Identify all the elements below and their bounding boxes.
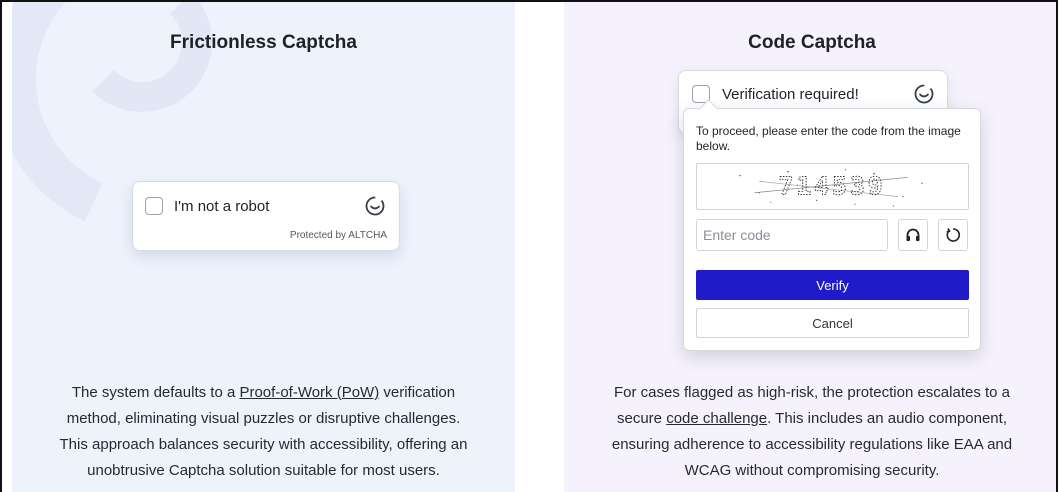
pow-link[interactable]: Proof-of-Work (PoW) (239, 384, 379, 401)
frictionless-description: The system defaults to a Proof-of-Work (… (12, 380, 515, 484)
code-instructions: To proceed, please enter the code from t… (696, 124, 961, 153)
code-captcha-description: For cases flagged as high-risk, the prot… (564, 380, 1056, 484)
headphones-icon (906, 228, 920, 241)
frictionless-captcha-panel: Frictionless Captcha I'm not a robot Pro… (12, 2, 515, 492)
refresh-icon[interactable] (913, 83, 935, 105)
panel-title: Code Captcha (748, 32, 876, 53)
captcha-code-image: 714539 (696, 163, 969, 210)
desc-line: For cases flagged as high-risk, the prot… (613, 384, 1011, 401)
cancel-button[interactable]: Cancel (696, 308, 969, 338)
reload-code-button[interactable] (938, 219, 968, 251)
desc-line: This approach balances security with acc… (59, 436, 468, 453)
desc-line: ensuring adherence to accessibility regu… (611, 436, 1013, 453)
widget-label: I'm not a robot (174, 198, 270, 215)
desc-text: verification (379, 384, 456, 401)
desc-text: The system defaults to a (71, 384, 240, 401)
captcha-code-text: 714539 (778, 172, 885, 201)
desc-line: WCAG without compromising security. (684, 462, 940, 479)
panel-title: Frictionless Captcha (170, 32, 357, 53)
altcha-widget: I'm not a robot Protected by ALTCHA (132, 181, 400, 251)
not-a-robot-checkbox[interactable] (145, 197, 163, 215)
code-challenge-link[interactable]: code challenge (666, 410, 767, 427)
page-frame: Frictionless Captcha I'm not a robot Pro… (0, 0, 1058, 492)
protected-by-label: Protected by ALTCHA (289, 230, 387, 241)
desc-text: . This includes an audio component, (767, 410, 1007, 427)
code-captcha-panel: Code Captcha Verification required! To p… (564, 2, 1056, 492)
desc-line: unobtrusive Captcha solution suitable fo… (87, 462, 440, 479)
verify-button[interactable]: Verify (696, 270, 969, 300)
refresh-icon[interactable] (364, 195, 386, 217)
enter-code-input[interactable] (696, 219, 888, 251)
desc-text: secure (616, 410, 667, 427)
code-challenge-popover: To proceed, please enter the code from t… (683, 99, 981, 351)
desc-line: method, eliminating visual puzzles or di… (66, 410, 461, 427)
audio-button[interactable] (898, 219, 928, 251)
widget-label: Verification required! (722, 86, 859, 103)
reload-icon (946, 228, 961, 242)
